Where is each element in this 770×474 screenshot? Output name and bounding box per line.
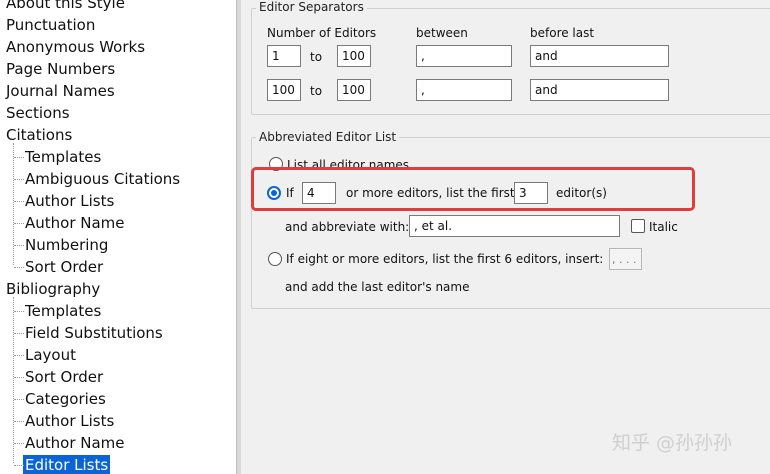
- row1-to-input[interactable]: [337, 45, 371, 67]
- tree-connector: [13, 297, 14, 463]
- tree-section-item[interactable]: Bibliography: [6, 279, 100, 299]
- row1-between-input[interactable]: [416, 45, 512, 67]
- tree-connector: [14, 333, 24, 334]
- before-last-header: before last: [530, 26, 595, 40]
- eight-or-more-radio[interactable]: [268, 252, 282, 266]
- tree-section-item[interactable]: About this Style: [6, 0, 125, 13]
- row2-before-last-input[interactable]: [530, 79, 669, 101]
- editor-lists-panel: Editor Separators Number of Editors betw…: [241, 0, 770, 474]
- tree-child-item[interactable]: Sort Order: [25, 367, 103, 387]
- abbreviate-with-input[interactable]: [409, 215, 620, 237]
- tree-section-item[interactable]: Punctuation: [6, 15, 95, 35]
- tree-section-item[interactable]: Journal Names: [6, 81, 115, 101]
- tree-connector: [14, 179, 24, 180]
- tree-connector: [14, 311, 24, 312]
- abbreviate-with-label: and abbreviate with:: [285, 220, 410, 234]
- tree-connector: [14, 355, 24, 356]
- tree-connector: [14, 157, 24, 158]
- between-header: between: [416, 26, 468, 40]
- tree-child-item[interactable]: Templates: [25, 147, 101, 167]
- tree-child-item[interactable]: Ambiguous Citations: [25, 169, 180, 189]
- tree-connector: [14, 267, 24, 268]
- eight-or-more-label: If eight or more editors, list the first…: [286, 252, 604, 266]
- row2-to-input[interactable]: [337, 79, 371, 101]
- tree-connector: [14, 377, 24, 378]
- number-of-editors-header: Number of Editors: [267, 26, 377, 40]
- tree-connector: [14, 421, 24, 422]
- highlight-box: [251, 167, 695, 211]
- tree-connector: [14, 201, 24, 202]
- italic-checkbox[interactable]: [631, 219, 645, 233]
- abbreviated-editor-list-title: Abbreviated Editor List: [256, 130, 400, 144]
- eight-insert-input[interactable]: [609, 248, 642, 270]
- editor-separators-title: Editor Separators: [256, 0, 367, 14]
- tree-child-item[interactable]: Author Name: [25, 213, 125, 233]
- tree-child-item[interactable]: Templates: [25, 301, 101, 321]
- tree-child-item[interactable]: Editor Lists: [23, 455, 111, 474]
- tree-connector: [14, 465, 24, 466]
- tree-section-item[interactable]: Anonymous Works: [6, 37, 145, 57]
- tree-section-item[interactable]: Page Numbers: [6, 59, 115, 79]
- tree-child-item[interactable]: Field Substitutions: [25, 323, 163, 343]
- tree-child-item[interactable]: Layout: [25, 345, 76, 365]
- tree-section-item[interactable]: Sections: [6, 103, 70, 123]
- row2-between-input[interactable]: [416, 79, 512, 101]
- tree-child-item[interactable]: Author Lists: [25, 191, 114, 211]
- add-last-editor-label: and add the last editor's name: [285, 280, 470, 294]
- tree-connector: [13, 143, 14, 265]
- tree-child-item[interactable]: Categories: [25, 389, 106, 409]
- tree-connector: [14, 245, 24, 246]
- row2-from-input[interactable]: [267, 79, 301, 101]
- tree-connector: [14, 223, 24, 224]
- tree-child-item[interactable]: Sort Order: [25, 257, 103, 277]
- tree-section-item[interactable]: Citations: [6, 125, 72, 145]
- row1-to-label: to: [310, 50, 323, 64]
- watermark: 知乎 @孙孙孙: [612, 432, 733, 454]
- tree-connector: [14, 399, 24, 400]
- row1-before-last-input[interactable]: [530, 45, 669, 67]
- style-tree: About this Style Punctuation Anonymous Wor…: [0, 0, 236, 474]
- tree-child-item[interactable]: Numbering: [25, 235, 108, 255]
- italic-label: Italic: [649, 220, 678, 234]
- tree-child-item[interactable]: Author Lists: [25, 411, 114, 431]
- row1-from-input[interactable]: [267, 45, 301, 67]
- row2-to-label: to: [310, 84, 323, 98]
- tree-connector: [14, 443, 24, 444]
- tree-child-item[interactable]: Author Name: [25, 433, 125, 453]
